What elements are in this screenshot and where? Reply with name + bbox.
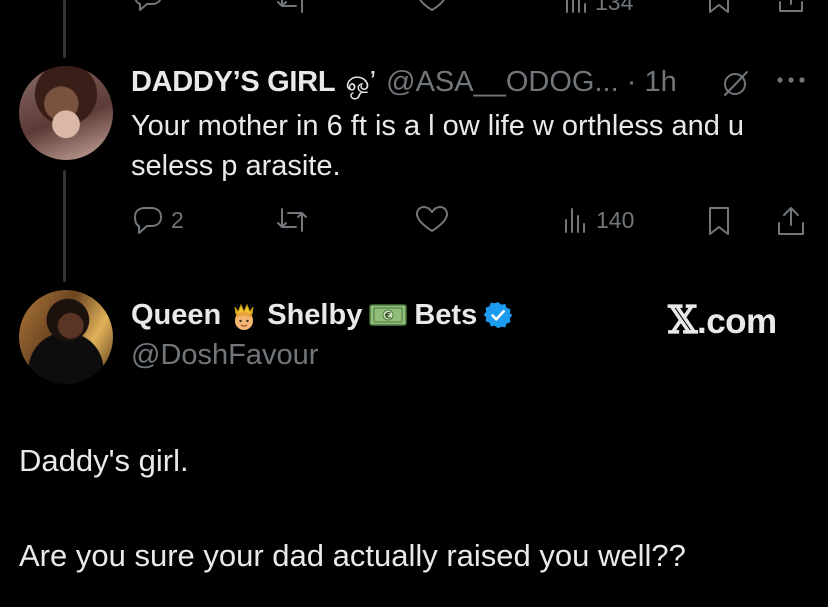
grok-icon[interactable]: [720, 67, 752, 99]
views-icon: [565, 208, 585, 233]
reply-header: DADDY’S GIRL ஒ’ @ASA__ODOG... · 1h: [131, 64, 677, 100]
bookmark-icon: [709, 207, 729, 235]
reply-time[interactable]: 1h: [644, 66, 676, 98]
reply-text: Your mother in 6 ft is a l ow life w ort…: [131, 110, 745, 182]
like-button[interactable]: [414, 205, 450, 235]
verified-badge-icon: [483, 300, 513, 330]
quoted-avatar[interactable]: [19, 290, 113, 384]
quoted-name-part-3: Bets: [414, 298, 478, 331]
quoted-text-line-2: Are you sure your dad actually raised yo…: [19, 538, 686, 573]
share-button[interactable]: [775, 205, 807, 237]
quoted-name-part-2: Shelby: [267, 298, 363, 331]
top-retweet-icon[interactable]: [274, 0, 310, 14]
share-icon: [778, 207, 804, 235]
top-share-icon[interactable]: [776, 0, 806, 14]
money-emoji-icon: €: [368, 300, 408, 330]
x-logo-icon: 𝕏: [668, 297, 697, 342]
top-bookmark-icon[interactable]: [705, 0, 733, 14]
reply-handle[interactable]: @ASA__ODOG...: [386, 66, 619, 98]
retweet-icon: [277, 208, 307, 232]
reply-count: 2: [171, 206, 184, 233]
like-icon: [416, 206, 448, 232]
svg-text:€: €: [384, 312, 391, 322]
views-icon: [566, 0, 586, 13]
views-button[interactable]: 140: [562, 205, 634, 235]
reply-avatar[interactable]: [19, 66, 113, 160]
retweet-button[interactable]: [273, 205, 311, 235]
thread-line-bottom: [63, 170, 66, 282]
reply-separator: ·: [626, 66, 637, 98]
quoted-handle[interactable]: @DoshFavour: [131, 339, 318, 372]
top-views[interactable]: 134: [563, 0, 633, 14]
bookmark-button[interactable]: [705, 205, 733, 237]
reply-name-emoji: ஒ’: [345, 66, 377, 98]
quoted-text-line-1: Daddy's girl.: [19, 443, 189, 478]
princess-emoji-icon: [227, 298, 261, 332]
quoted-display-name[interactable]: Queen Shelby € Bets: [131, 298, 513, 332]
views-count: 140: [596, 206, 635, 233]
top-like-icon[interactable]: [415, 0, 449, 14]
reply-display-name[interactable]: DADDY’S GIRL: [131, 66, 336, 98]
reply-button[interactable]: 2: [131, 205, 184, 235]
xcom-watermark: 𝕏.com: [668, 297, 777, 342]
xcom-domain: .com: [696, 302, 777, 341]
top-reply-icon[interactable]: [131, 0, 165, 14]
thread-line-top: [63, 0, 66, 58]
quoted-name-part-1: Queen: [131, 298, 222, 331]
reply-icon: [134, 207, 162, 234]
more-icon[interactable]: [774, 70, 808, 90]
top-views-count: 134: [595, 0, 634, 15]
